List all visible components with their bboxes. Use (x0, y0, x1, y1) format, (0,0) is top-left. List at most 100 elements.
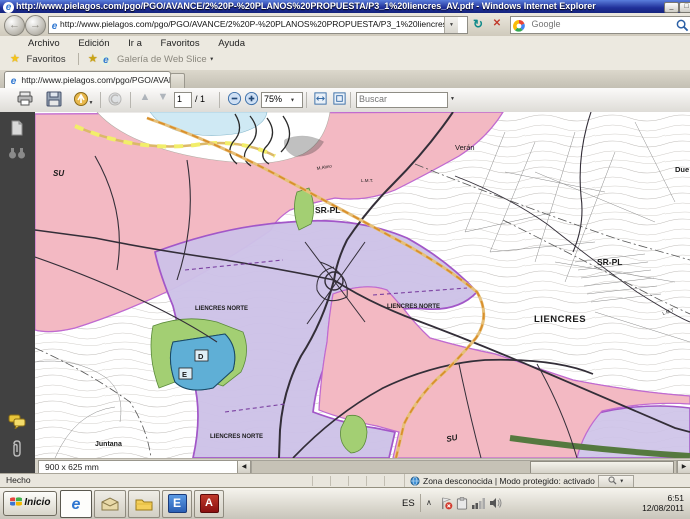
divider (78, 53, 79, 65)
network-signal-icon[interactable] (472, 497, 486, 509)
page-zoom-caret-icon[interactable]: ▼ (619, 478, 624, 484)
add-favorite-star-icon[interactable]: ★ (88, 53, 98, 65)
tab-label: http://www.pielagos.com/pgo/PGO/AVANCE/2… (21, 75, 171, 85)
speaker-icon[interactable] (489, 497, 502, 509)
page-number-input[interactable] (175, 93, 191, 105)
find-caret-icon[interactable]: ▼ (450, 96, 455, 102)
search-input[interactable] (529, 17, 653, 31)
find-input[interactable] (357, 93, 443, 105)
fit-width-button[interactable] (311, 91, 329, 109)
zoom-level-input[interactable] (262, 93, 290, 105)
system-tray: ES ∧ 6:51 12/08/2011 (538, 490, 688, 516)
zoom-level-field[interactable]: ▼ (261, 92, 303, 108)
zoom-out-button[interactable] (225, 91, 243, 109)
start-button[interactable]: Inicio (3, 491, 57, 516)
tab-favicon-icon: e (8, 76, 19, 87)
show-hidden-icons-chevron-icon[interactable]: ∧ (426, 498, 432, 507)
previous-view-icon (107, 91, 123, 107)
search-panel-binoculars-icon[interactable] (8, 146, 26, 160)
window-titlebar: e http://www.pielagos.com/pgo/PGO/AVANCE… (0, 0, 690, 13)
save-button[interactable] (45, 91, 63, 109)
status-done: Hecho (6, 475, 31, 485)
share-button[interactable]: ▼ (70, 91, 96, 109)
stop-button[interactable]: ✕ (489, 16, 505, 33)
pages-panel-icon[interactable] (9, 120, 25, 136)
fit-page-button[interactable] (330, 91, 348, 109)
zoom-caret-icon[interactable]: ▼ (290, 98, 295, 104)
page-total-label: / 1 (195, 94, 205, 104)
pdf-content: SU Verán SR-PL SR-PL Due LIENCRES NORTE … (0, 112, 690, 473)
label-liencres-norte-3: LIENCRES NORTE (210, 434, 263, 440)
tab-active[interactable]: e http://www.pielagos.com/pgo/PGO/AVANCE… (4, 71, 171, 89)
taskbar-adobe-button[interactable]: A (194, 490, 224, 518)
comments-panel-icon[interactable] (8, 414, 26, 429)
start-label: Inicio (24, 497, 50, 508)
divider (219, 92, 220, 108)
menu-archivo[interactable]: Archivo (20, 36, 68, 49)
label-juntana: Juntana (95, 441, 122, 448)
menu-ira[interactable]: Ir a (120, 36, 150, 49)
printer-icon (17, 91, 33, 107)
refresh-button[interactable]: ↻ (469, 16, 487, 33)
divider (306, 92, 307, 108)
search-box[interactable] (510, 16, 690, 34)
adobe-reader-icon: A (200, 494, 219, 513)
menu-favoritos[interactable]: Favoritos (153, 36, 208, 49)
menu-edicion[interactable]: Edición (70, 36, 117, 49)
divider (100, 92, 101, 108)
pdf-map-page[interactable]: SU Verán SR-PL SR-PL Due LIENCRES NORTE … (35, 112, 690, 458)
maximize-button[interactable]: □ (679, 2, 690, 13)
security-zone-text: Zona desconocida | Modo protegido: activ… (423, 476, 595, 486)
taskbar-mail-button[interactable] (94, 490, 126, 518)
address-row: ← → e▼ ↻ ✕ (0, 13, 690, 36)
tab-bar: e http://www.pielagos.com/pgo/PGO/AVANCE… (0, 70, 690, 88)
language-indicator[interactable]: ES (402, 498, 415, 509)
address-field[interactable]: e▼ (48, 16, 468, 34)
fit-width-icon (313, 91, 328, 106)
tray-clock[interactable]: 6:51 12/08/2011 (642, 493, 684, 513)
status-bar: Hecho Zona desconocida | Modo protegido:… (0, 473, 690, 488)
zoom-out-icon (227, 91, 242, 106)
zoning-map: SU Verán SR-PL SR-PL Due LIENCRES NORTE … (35, 112, 690, 458)
address-dropdown-caret-icon[interactable]: ▼ (444, 17, 458, 33)
share-document-icon (73, 91, 89, 107)
previous-view-button[interactable] (106, 91, 124, 109)
print-button[interactable] (16, 91, 34, 109)
clock-time: 6:51 (642, 493, 684, 503)
status-cell (366, 476, 385, 486)
previous-page-button[interactable]: ▲ (136, 91, 154, 109)
url-input[interactable] (60, 17, 444, 31)
label-liencres: LIENCRES (534, 314, 586, 325)
label-due: Due (675, 165, 689, 174)
forward-button[interactable]: → (25, 15, 46, 36)
webslice-caret-icon[interactable]: ▼ (209, 56, 214, 62)
attachments-panel-paperclip-icon[interactable] (10, 440, 24, 458)
status-cell (348, 476, 367, 486)
label-srpl-1: SR-PL (315, 205, 341, 215)
taskbar-e-app-button[interactable]: E (162, 490, 192, 518)
page-number-field[interactable] (174, 92, 192, 108)
webslice-icon: e (100, 55, 111, 66)
new-tab-stub[interactable] (170, 73, 185, 89)
search-magnifier-icon[interactable] (676, 19, 689, 32)
minimize-button[interactable]: _ (664, 2, 679, 13)
e-app-icon: E (168, 494, 187, 513)
find-field[interactable] (356, 92, 448, 108)
mail-icon (101, 497, 119, 511)
webslice-button[interactable]: Galería de Web Slice (114, 54, 207, 65)
pdf-navigation-pane (0, 112, 36, 473)
favorites-star-icon: ★ (10, 53, 20, 65)
tray-clipboard-icon[interactable] (456, 497, 468, 510)
page-favicon-icon: e (49, 21, 60, 32)
menu-ayuda[interactable]: Ayuda (210, 36, 253, 49)
save-icon (46, 91, 62, 107)
back-button[interactable]: ← (4, 15, 25, 36)
pdf-bottom-bar: 900 x 625 mm ◀ ▶ (35, 458, 690, 474)
zoom-in-button[interactable] (242, 91, 260, 109)
share-caret-icon: ▼ (89, 100, 94, 106)
favorites-button[interactable]: Favoritos (23, 54, 70, 65)
action-center-flag-icon[interactable] (440, 497, 453, 510)
taskbar-folder-button[interactable] (128, 490, 160, 518)
next-page-button[interactable]: ▼ (154, 91, 172, 109)
taskbar-ie-button[interactable]: e (60, 490, 92, 518)
